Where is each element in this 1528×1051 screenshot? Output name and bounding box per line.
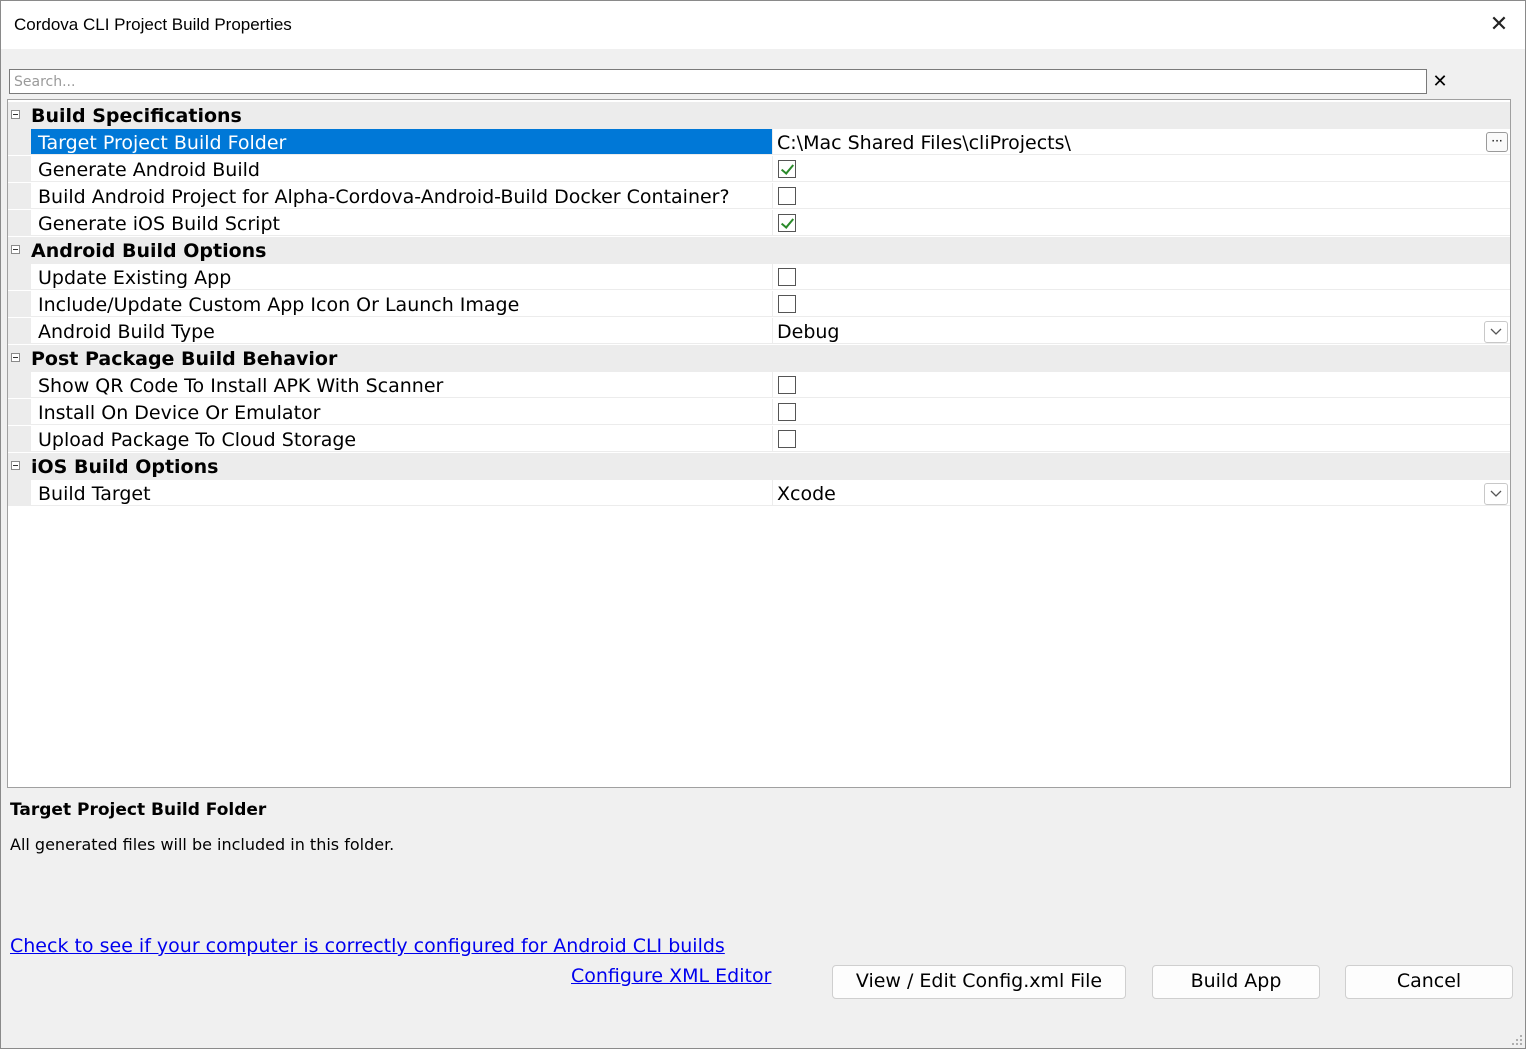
build-app-button[interactable]: Build App xyxy=(1152,965,1320,999)
property-row[interactable]: Build Target Xcode xyxy=(8,480,1510,507)
category-label: iOS Build Options xyxy=(31,456,219,478)
window-title: Cordova CLI Project Build Properties xyxy=(14,15,292,34)
property-value-cell[interactable] xyxy=(772,426,1510,452)
search-input[interactable] xyxy=(10,70,1426,93)
property-checkbox[interactable] xyxy=(778,214,796,232)
property-value-cell[interactable]: Xcode xyxy=(772,480,1510,506)
property-name: Generate Android Build xyxy=(38,159,260,181)
row-gutter xyxy=(8,264,31,290)
property-name-cell[interactable]: Generate Android Build xyxy=(31,156,772,182)
property-name: Build Target xyxy=(38,483,151,505)
property-grid: Build Specifications Target Project Build… xyxy=(7,99,1511,788)
category-row[interactable]: iOS Build Options xyxy=(8,453,1510,480)
row-gutter xyxy=(8,129,31,155)
property-value-cell[interactable] xyxy=(772,210,1510,236)
row-gutter xyxy=(8,291,31,317)
property-name-cell[interactable]: Upload Package To Cloud Storage xyxy=(31,426,772,452)
property-value-cell[interactable] xyxy=(772,399,1510,425)
property-name: Target Project Build Folder xyxy=(38,132,287,154)
category-row[interactable]: Build Specifications xyxy=(8,102,1510,129)
property-value-cell[interactable] xyxy=(772,264,1510,290)
row-gutter xyxy=(8,480,31,506)
category-row[interactable]: Post Package Build Behavior xyxy=(8,345,1510,372)
collapse-icon[interactable] xyxy=(11,353,20,362)
cancel-button[interactable]: Cancel xyxy=(1345,965,1513,999)
description-title: Target Project Build Folder xyxy=(10,800,267,820)
property-row[interactable]: Install On Device Or Emulator xyxy=(8,399,1510,426)
property-value-cell[interactable] xyxy=(772,372,1510,398)
property-checkbox[interactable] xyxy=(778,376,796,394)
property-name: Android Build Type xyxy=(38,321,215,343)
row-gutter xyxy=(8,183,31,209)
property-row[interactable]: Show QR Code To Install APK With Scanner xyxy=(8,372,1510,399)
row-gutter xyxy=(8,399,31,425)
property-value-cell[interactable]: C:\Mac Shared Files\cliProjects\ ··· xyxy=(772,129,1510,155)
view-edit-config-button[interactable]: View / Edit Config.xml File xyxy=(832,965,1126,999)
property-checkbox[interactable] xyxy=(778,160,796,178)
check-android-config-link[interactable]: Check to see if your computer is correct… xyxy=(10,935,725,957)
description-text: All generated files will be included in … xyxy=(10,835,395,854)
search-box xyxy=(9,69,1427,94)
category-label: Android Build Options xyxy=(31,240,267,262)
property-row[interactable]: Target Project Build Folder C:\Mac Shared… xyxy=(8,129,1510,156)
category-label: Build Specifications xyxy=(31,105,242,127)
row-gutter xyxy=(8,318,31,344)
property-value-cell[interactable] xyxy=(772,156,1510,182)
property-path-value[interactable]: C:\Mac Shared Files\cliProjects\ xyxy=(777,132,1071,154)
property-row[interactable]: Update Existing App xyxy=(8,264,1510,291)
title-bar: Cordova CLI Project Build Properties ✕ xyxy=(1,1,1525,49)
property-checkbox[interactable] xyxy=(778,403,796,421)
ellipsis-icon[interactable]: ··· xyxy=(1486,132,1508,152)
property-name-cell[interactable]: Build Android Project for Alpha-Cordova-… xyxy=(31,183,772,209)
property-row[interactable]: Include/Update Custom App Icon Or Launch… xyxy=(8,291,1510,318)
row-gutter xyxy=(8,426,31,452)
property-name-cell[interactable]: Install On Device Or Emulator xyxy=(31,399,772,425)
property-name: Show QR Code To Install APK With Scanner xyxy=(38,375,444,397)
property-name-cell[interactable]: Update Existing App xyxy=(31,264,772,290)
property-row[interactable]: Generate iOS Build Script xyxy=(8,210,1510,237)
property-checkbox[interactable] xyxy=(778,430,796,448)
property-name-cell[interactable]: Show QR Code To Install APK With Scanner xyxy=(31,372,772,398)
property-row[interactable]: Generate Android Build xyxy=(8,156,1510,183)
property-dropdown-value[interactable]: Xcode xyxy=(777,483,836,505)
collapse-icon[interactable] xyxy=(11,245,20,254)
property-name-cell[interactable]: Android Build Type xyxy=(31,318,772,344)
property-checkbox[interactable] xyxy=(778,295,796,313)
configure-xml-editor-link[interactable]: Configure XML Editor xyxy=(571,965,771,987)
property-name: Generate iOS Build Script xyxy=(38,213,280,235)
clear-icon[interactable]: ✕ xyxy=(1431,71,1449,93)
property-name: Upload Package To Cloud Storage xyxy=(38,429,357,451)
chevron-down-icon[interactable] xyxy=(1484,483,1508,505)
property-row[interactable]: Build Android Project for Alpha-Cordova-… xyxy=(8,183,1510,210)
row-gutter xyxy=(8,210,31,236)
property-value-cell[interactable]: Debug xyxy=(772,318,1510,344)
category-row[interactable]: Android Build Options xyxy=(8,237,1510,264)
property-name: Include/Update Custom App Icon Or Launch… xyxy=(38,294,520,316)
close-icon[interactable]: ✕ xyxy=(1483,9,1515,41)
property-name-cell[interactable]: Target Project Build Folder xyxy=(31,129,772,155)
collapse-icon[interactable] xyxy=(11,461,20,470)
resize-grip-icon[interactable] xyxy=(1511,1034,1523,1046)
dialog-window: Cordova CLI Project Build Properties ✕ ✕… xyxy=(0,0,1526,1049)
property-value-cell[interactable] xyxy=(772,183,1510,209)
row-gutter xyxy=(8,372,31,398)
property-name-cell[interactable]: Include/Update Custom App Icon Or Launch… xyxy=(31,291,772,317)
category-label: Post Package Build Behavior xyxy=(31,348,338,370)
property-name: Update Existing App xyxy=(38,267,232,289)
property-row[interactable]: Upload Package To Cloud Storage xyxy=(8,426,1510,453)
property-name: Build Android Project for Alpha-Cordova-… xyxy=(38,186,730,208)
collapse-icon[interactable] xyxy=(11,110,20,119)
property-row[interactable]: Android Build Type Debug xyxy=(8,318,1510,345)
property-name: Install On Device Or Emulator xyxy=(38,402,321,424)
property-name-cell[interactable]: Build Target xyxy=(31,480,772,506)
property-checkbox[interactable] xyxy=(778,187,796,205)
property-value-cell[interactable] xyxy=(772,291,1510,317)
property-checkbox[interactable] xyxy=(778,268,796,286)
property-name-cell[interactable]: Generate iOS Build Script xyxy=(31,210,772,236)
chevron-down-icon[interactable] xyxy=(1484,321,1508,343)
property-dropdown-value[interactable]: Debug xyxy=(777,321,839,343)
row-gutter xyxy=(8,156,31,182)
